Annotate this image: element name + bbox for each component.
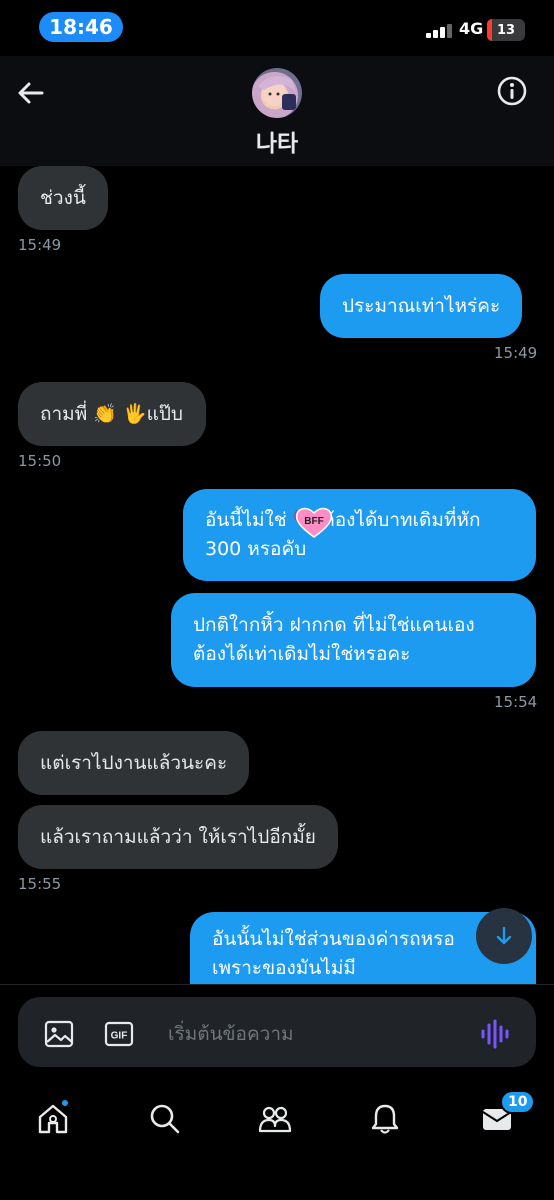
gif-label: GIF — [111, 1031, 128, 1042]
message-text: แต่เราไปงานแล้วนะคะ — [40, 751, 228, 774]
battery-level: 13 — [496, 22, 516, 38]
gif-button[interactable]: GIF — [104, 1019, 134, 1049]
message-timestamp: 15:55 — [18, 875, 62, 893]
back-button[interactable] — [14, 76, 48, 110]
search-icon — [150, 1104, 180, 1134]
image-icon — [44, 1020, 74, 1048]
cellular-signal-icon — [426, 24, 454, 38]
message-text-line: 300 หรอคับ — [205, 538, 307, 560]
voice-wave-icon — [481, 1019, 509, 1049]
nav-messages[interactable]: 10 — [480, 1090, 536, 1142]
nav-home[interactable] — [36, 1098, 76, 1142]
status-bar: 18:46 4G 13 — [0, 0, 554, 56]
message-timestamp: 15:50 — [18, 452, 62, 470]
avatar-image — [258, 76, 296, 110]
outgoing-message[interactable]: ปกติใากหิ้ว ฝากกด ที่ไม่ใช่แคนเอง ต้องได… — [171, 593, 536, 687]
nav-notifications[interactable] — [368, 1102, 408, 1142]
outgoing-message[interactable]: อันนี้ไม่ใช่ 💗 ต้องได้บาทเดิมที่หัก 300 … — [183, 489, 536, 581]
scroll-to-bottom-button[interactable] — [476, 908, 532, 964]
incoming-message[interactable]: ถามพี่ 👏 🖐แป๊บ — [18, 382, 206, 446]
arrow-left-icon — [18, 82, 44, 104]
bottom-navigation: 10 — [0, 1084, 554, 1200]
voice-message-button[interactable] — [480, 1019, 510, 1049]
message-text: ประมาณเท่าไหร่คะ — [342, 294, 501, 317]
bell-icon — [371, 1104, 399, 1134]
message-text-line: อันนี้ไม่ใช่ 💗 ต้องได้บาทเดิมที่หัก — [205, 509, 481, 531]
message-text-line: อันนั้นไม่ใช่ส่วนของค่ารถหรอ — [212, 928, 455, 950]
nav-communities[interactable] — [258, 1102, 298, 1142]
message-text: ช่วงนี้ — [40, 186, 86, 209]
incoming-message[interactable]: แต่เราไปงานแล้วนะคะ — [18, 731, 250, 795]
composer-area: GIF — [0, 984, 554, 1084]
battery-icon: 13 — [487, 19, 525, 41]
arrow-down-icon — [496, 926, 512, 945]
contact-avatar[interactable] — [252, 68, 302, 118]
info-icon — [497, 76, 527, 106]
message-input[interactable] — [168, 1019, 468, 1049]
contact-name[interactable]: 나타 — [0, 124, 554, 158]
message-text-line: ต้องได้เท่าเดิมไม่ใช่หรอคะ — [193, 643, 411, 665]
message-timestamp: 15:54 — [494, 693, 538, 711]
status-time: 18:46 — [39, 12, 123, 42]
messages-badge: 10 — [500, 1090, 536, 1114]
conversation-header: 나타 — [0, 56, 554, 166]
media-button[interactable] — [44, 1019, 74, 1049]
incoming-message[interactable]: ช่วงนี้ — [18, 166, 108, 230]
incoming-message[interactable]: แล้วเราถามแล้วว่า ให้เราไปอีกมั้ย — [18, 805, 338, 869]
communities-icon — [258, 1106, 292, 1133]
nav-search[interactable] — [148, 1102, 188, 1142]
info-button[interactable] — [496, 75, 528, 107]
message-timestamp: 15:49 — [18, 236, 62, 254]
home-notification-dot — [60, 1098, 70, 1108]
message-text: แล้วเราถามแล้วว่า ให้เราไปอีกมั้ย — [40, 825, 316, 848]
outgoing-message[interactable]: ประมาณเท่าไหร่คะ — [320, 274, 523, 338]
bff-heart-icon: BFF — [295, 507, 333, 538]
bff-label: BFF — [304, 516, 323, 527]
gif-icon: GIF — [104, 1021, 134, 1047]
message-text-line: ปกติใากหิ้ว ฝากกด ที่ไม่ใช่แคนเอง — [193, 614, 475, 636]
message-text: ถามพี่ 👏 🖐แป๊บ — [40, 402, 183, 425]
message-timestamp: 15:49 — [494, 344, 538, 362]
message-composer: GIF — [18, 997, 536, 1067]
network-type: 4G — [459, 19, 484, 38]
message-text-line: เพราะของมันไม่มี — [212, 957, 356, 979]
